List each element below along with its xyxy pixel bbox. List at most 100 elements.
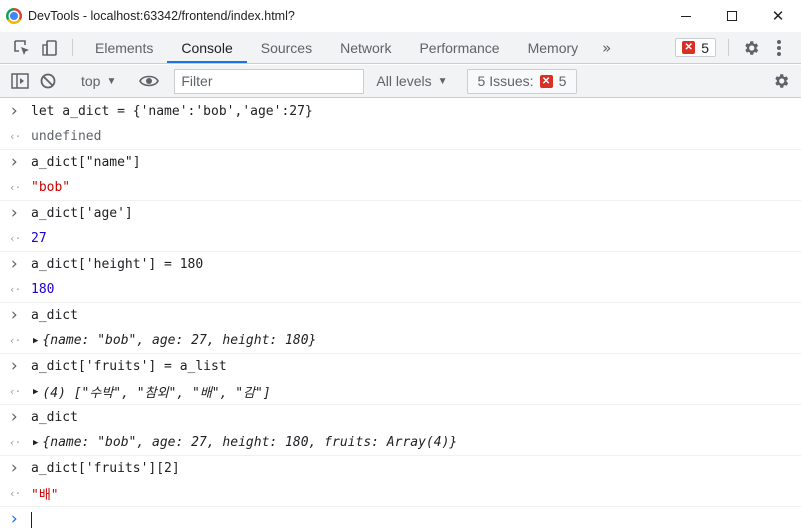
devtools-tabs-bar: Elements Console Sources Network Perform… [0, 32, 801, 64]
tab-sources[interactable]: Sources [247, 32, 326, 63]
console-output-line: "배" [0, 481, 801, 506]
output-prompt-icon [9, 430, 20, 455]
output-prompt-icon [9, 328, 20, 353]
console-output-line: 180 [0, 277, 801, 302]
tab-network[interactable]: Network [326, 32, 405, 63]
customize-menu-button[interactable] [765, 32, 793, 63]
dropdown-caret-icon: ▼ [437, 75, 448, 87]
console-output-text: "배" [31, 488, 59, 503]
console-output-text: (4) ["수박", "참외", "배", "감"] [42, 386, 271, 401]
issues-count: 5 [558, 73, 567, 89]
toolbar-divider [728, 39, 729, 56]
input-prompt-icon [9, 201, 19, 226]
active-prompt-icon [9, 507, 19, 529]
error-count-badge[interactable]: ✕ 5 [675, 38, 716, 57]
console-input-text: a_dict['height'] = 180 [31, 257, 204, 272]
console-output-text: {name: "bob", age: 27, height: 180} [42, 333, 317, 348]
maximize-icon [727, 11, 737, 21]
input-prompt-icon [9, 456, 19, 481]
close-icon: ✕ [771, 7, 785, 25]
console-input-line[interactable]: a_dict['fruits'][2] [0, 456, 801, 481]
console-input-line[interactable]: a_dict['height'] = 180 [0, 252, 801, 277]
tab-performance[interactable]: Performance [405, 32, 513, 63]
tab-elements[interactable]: Elements [81, 32, 167, 63]
live-expression-button[interactable] [135, 74, 163, 88]
console-output[interactable]: let a_dict = {'name':'bob','age':27} und… [0, 99, 801, 529]
console-output-line: undefined [0, 124, 801, 149]
context-selector[interactable]: top ▼ [75, 73, 122, 89]
console-entry: a_dict['fruits'][2] "배" [0, 456, 801, 507]
console-input-text: let a_dict = {'name':'bob','age':27} [31, 104, 313, 119]
more-tabs-button[interactable]: » [592, 32, 621, 63]
issues-label: 5 Issues: [477, 73, 534, 89]
inspect-element-button[interactable] [8, 32, 36, 63]
console-prompt-input[interactable] [0, 507, 801, 529]
filter-input[interactable] [174, 68, 365, 94]
close-button[interactable]: ✕ [755, 0, 801, 32]
issues-button[interactable]: 5 Issues: ✕ 5 [466, 68, 578, 94]
console-toolbar: top ▼ All levels ▼ 5 Issues: ✕ 5 [0, 65, 801, 98]
input-prompt-icon [9, 150, 19, 175]
console-input-line[interactable]: a_dict['fruits'] = a_list [0, 354, 801, 379]
gear-icon [745, 40, 759, 55]
console-input-text: a_dict [31, 410, 78, 425]
console-input-text: a_dict["name"] [31, 155, 141, 170]
window-controls: ✕ [663, 0, 801, 32]
output-prompt-icon [9, 175, 20, 200]
console-input-line[interactable]: let a_dict = {'name':'bob','age':27} [0, 99, 801, 124]
console-output-line[interactable]: ▶ {name: "bob", age: 27, height: 180} [0, 328, 801, 353]
text-cursor [31, 511, 32, 528]
input-prompt-icon [9, 354, 19, 379]
device-toolbar-icon [42, 39, 57, 56]
console-output-text: 180 [31, 282, 55, 297]
input-prompt-icon [9, 99, 19, 124]
output-prompt-icon [9, 481, 20, 506]
console-entry: a_dict['age'] 27 [0, 201, 801, 252]
console-entry: a_dict["name"] "bob" [0, 150, 801, 201]
settings-button[interactable] [737, 32, 765, 63]
maximize-button[interactable] [709, 0, 755, 32]
toolbar-divider [72, 39, 73, 56]
expand-triangle-icon[interactable]: ▶ [33, 336, 38, 346]
console-entry: a_dict['height'] = 180 180 [0, 252, 801, 303]
console-input-line[interactable]: a_dict [0, 405, 801, 430]
tab-memory[interactable]: Memory [514, 32, 593, 63]
log-levels-label: All levels [376, 73, 432, 89]
context-label: top [81, 73, 101, 89]
minimize-button[interactable] [663, 0, 709, 32]
console-output-text: {name: "bob", age: 27, height: 180, frui… [42, 435, 458, 450]
console-input-text: a_dict['fruits'] = a_list [31, 359, 227, 374]
eye-icon [139, 75, 160, 87]
console-entry: a_dict ▶ {name: "bob", age: 27, height: 1… [0, 405, 801, 456]
console-entry: a_dict ▶ {name: "bob", age: 27, height: 1… [0, 303, 801, 354]
more-vert-icon [777, 39, 781, 56]
dropdown-caret-icon: ▼ [106, 75, 117, 87]
clear-icon [40, 73, 56, 89]
expand-triangle-icon[interactable]: ▶ [33, 438, 38, 448]
minimize-icon [681, 15, 691, 17]
console-input-line[interactable]: a_dict [0, 303, 801, 328]
console-input-line[interactable]: a_dict['age'] [0, 201, 801, 226]
console-input-text: a_dict['age'] [31, 206, 133, 221]
toggle-sidebar-button[interactable] [6, 73, 34, 89]
console-input-line[interactable]: a_dict["name"] [0, 150, 801, 175]
console-input-text: a_dict [31, 308, 78, 323]
output-prompt-icon [9, 277, 20, 302]
expand-triangle-icon[interactable]: ▶ [33, 387, 38, 397]
device-toolbar-button[interactable] [36, 32, 64, 63]
error-count: 5 [701, 39, 709, 56]
console-entry: a_dict['fruits'] = a_list ▶ (4) ["수박", "참… [0, 354, 801, 405]
console-output-line: "bob" [0, 175, 801, 200]
console-output-line[interactable]: ▶ (4) ["수박", "참외", "배", "감"] [0, 379, 801, 404]
tab-console[interactable]: Console [167, 32, 248, 63]
gear-icon [775, 74, 789, 88]
console-output-text: "bob" [31, 180, 71, 195]
inspect-element-icon [14, 39, 29, 55]
log-levels-dropdown[interactable]: All levels ▼ [366, 73, 457, 89]
console-settings-button[interactable] [767, 72, 795, 90]
clear-console-button[interactable] [34, 73, 62, 89]
console-output-line[interactable]: ▶ {name: "bob", age: 27, height: 180, fru… [0, 430, 801, 455]
input-prompt-icon [9, 252, 19, 277]
chrome-logo-icon [6, 8, 22, 24]
input-prompt-icon [9, 405, 19, 430]
